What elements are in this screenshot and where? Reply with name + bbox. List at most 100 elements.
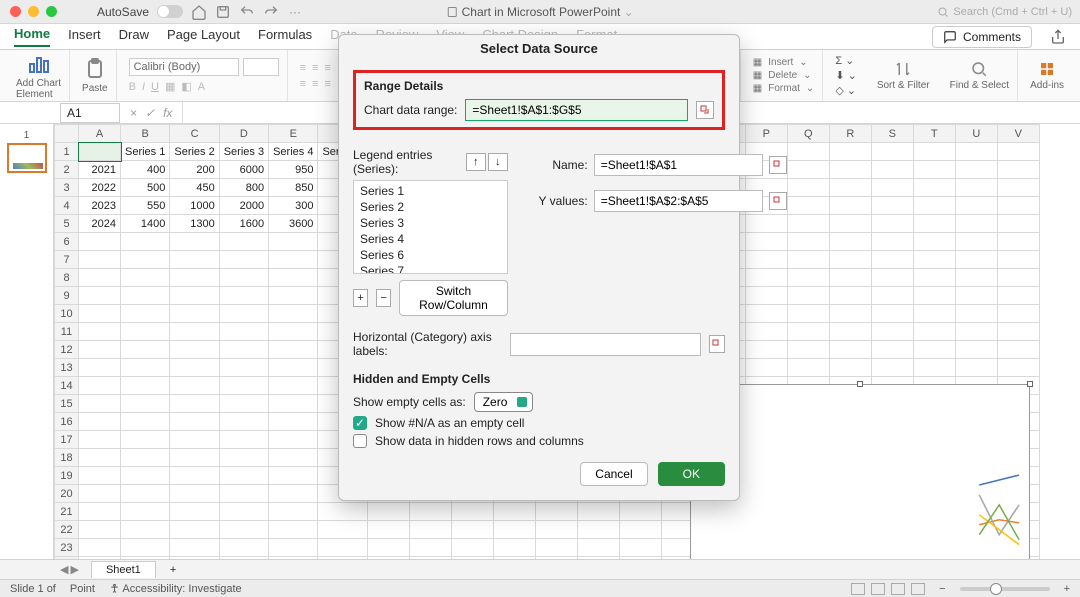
cell[interactable] — [745, 359, 787, 377]
cell[interactable] — [913, 233, 955, 251]
cell[interactable] — [79, 251, 121, 269]
cell[interactable]: 2000 — [219, 197, 268, 215]
ok-button[interactable]: OK — [658, 462, 725, 486]
name-box[interactable]: A1 — [60, 103, 120, 123]
font-color-icon[interactable]: A — [198, 81, 205, 93]
cell[interactable] — [269, 251, 318, 269]
cell[interactable] — [619, 539, 661, 557]
cell[interactable] — [871, 215, 913, 233]
cell[interactable] — [829, 197, 871, 215]
cell[interactable] — [121, 503, 170, 521]
cell[interactable] — [787, 251, 829, 269]
cell[interactable] — [121, 233, 170, 251]
cell[interactable] — [871, 197, 913, 215]
cell[interactable] — [219, 539, 268, 557]
cell[interactable] — [170, 359, 219, 377]
zoom-out-icon[interactable]: − — [939, 583, 945, 595]
move-series-up-button[interactable]: ↑ — [466, 153, 486, 171]
cell[interactable] — [79, 467, 121, 485]
cell[interactable] — [121, 377, 170, 395]
cell[interactable] — [535, 503, 577, 521]
cell[interactable] — [318, 539, 367, 557]
cell[interactable] — [170, 395, 219, 413]
save-icon[interactable] — [215, 4, 231, 20]
cell[interactable] — [170, 413, 219, 431]
align-left-icon[interactable]: ≡ — [300, 78, 306, 90]
cell[interactable] — [787, 287, 829, 305]
cell[interactable] — [829, 359, 871, 377]
cell[interactable] — [79, 359, 121, 377]
cell[interactable] — [121, 431, 170, 449]
cell[interactable] — [577, 539, 619, 557]
cell[interactable] — [745, 341, 787, 359]
cell[interactable] — [121, 395, 170, 413]
tab-insert[interactable]: Insert — [68, 27, 101, 46]
cell[interactable] — [871, 161, 913, 179]
series-list-item[interactable]: Series 3 — [360, 215, 501, 231]
series-list-item[interactable]: Series 4 — [360, 231, 501, 247]
cell[interactable] — [871, 287, 913, 305]
align-bottom-icon[interactable]: ≡ — [324, 62, 330, 74]
cell[interactable] — [619, 557, 661, 560]
view-mode-icons[interactable] — [851, 583, 925, 595]
cell[interactable] — [955, 287, 997, 305]
series-list-item[interactable]: Series 2 — [360, 199, 501, 215]
row-header[interactable]: 24 — [55, 557, 79, 560]
fill-icon[interactable]: ⬇ ⌄ — [835, 69, 857, 82]
chart-data-range-input[interactable] — [465, 99, 688, 121]
insert-cells-button[interactable]: ▦ Insert ⌄ — [753, 57, 808, 68]
chart-object[interactable]: 20322034 Series 1 Series 2 Series 3 Seri… — [690, 384, 1030, 559]
row-header[interactable]: 20 — [55, 485, 79, 503]
column-header[interactable]: B — [121, 125, 170, 143]
row-header[interactable]: 15 — [55, 395, 79, 413]
cell[interactable] — [79, 485, 121, 503]
series-name-input[interactable] — [594, 154, 763, 176]
cell[interactable] — [913, 197, 955, 215]
cell[interactable] — [997, 269, 1039, 287]
cell[interactable] — [79, 413, 121, 431]
cell[interactable] — [787, 179, 829, 197]
cell[interactable] — [269, 305, 318, 323]
cell[interactable] — [170, 449, 219, 467]
cell[interactable] — [170, 251, 219, 269]
cell[interactable]: 800 — [219, 179, 268, 197]
cell[interactable] — [219, 449, 268, 467]
cell[interactable] — [787, 305, 829, 323]
cell[interactable] — [79, 557, 121, 560]
cell[interactable] — [79, 377, 121, 395]
next-sheet-icon[interactable]: ▶ — [70, 563, 78, 576]
cell[interactable] — [269, 233, 318, 251]
cell[interactable] — [955, 197, 997, 215]
cell[interactable]: Series 2 — [170, 143, 219, 161]
cell[interactable] — [170, 521, 219, 539]
cell[interactable] — [493, 557, 535, 560]
cell[interactable] — [871, 179, 913, 197]
cell[interactable] — [219, 251, 268, 269]
cell[interactable]: 300 — [269, 197, 318, 215]
cell[interactable] — [997, 215, 1039, 233]
cell[interactable] — [269, 485, 318, 503]
cell[interactable]: 200 — [170, 161, 219, 179]
cell[interactable] — [219, 413, 268, 431]
cell[interactable] — [269, 449, 318, 467]
cell[interactable] — [997, 143, 1039, 161]
cell[interactable] — [997, 341, 1039, 359]
cell[interactable] — [829, 161, 871, 179]
row-header[interactable]: 23 — [55, 539, 79, 557]
row-header[interactable]: 11 — [55, 323, 79, 341]
series-list-item[interactable]: Series 6 — [360, 247, 501, 263]
range-picker-button[interactable] — [696, 101, 714, 119]
row-header[interactable]: 4 — [55, 197, 79, 215]
row-header[interactable]: 9 — [55, 287, 79, 305]
cell[interactable] — [913, 323, 955, 341]
show-empty-cells-select[interactable]: Zero — [474, 392, 533, 412]
cell[interactable] — [535, 557, 577, 560]
series-listbox[interactable]: Series 1Series 2Series 3Series 4Series 6… — [353, 180, 508, 274]
cell[interactable] — [170, 431, 219, 449]
cell[interactable] — [577, 521, 619, 539]
align-right-icon[interactable]: ≡ — [324, 78, 330, 90]
cell[interactable] — [219, 287, 268, 305]
home-icon[interactable] — [191, 4, 207, 20]
cell[interactable] — [170, 503, 219, 521]
cell[interactable] — [170, 557, 219, 560]
